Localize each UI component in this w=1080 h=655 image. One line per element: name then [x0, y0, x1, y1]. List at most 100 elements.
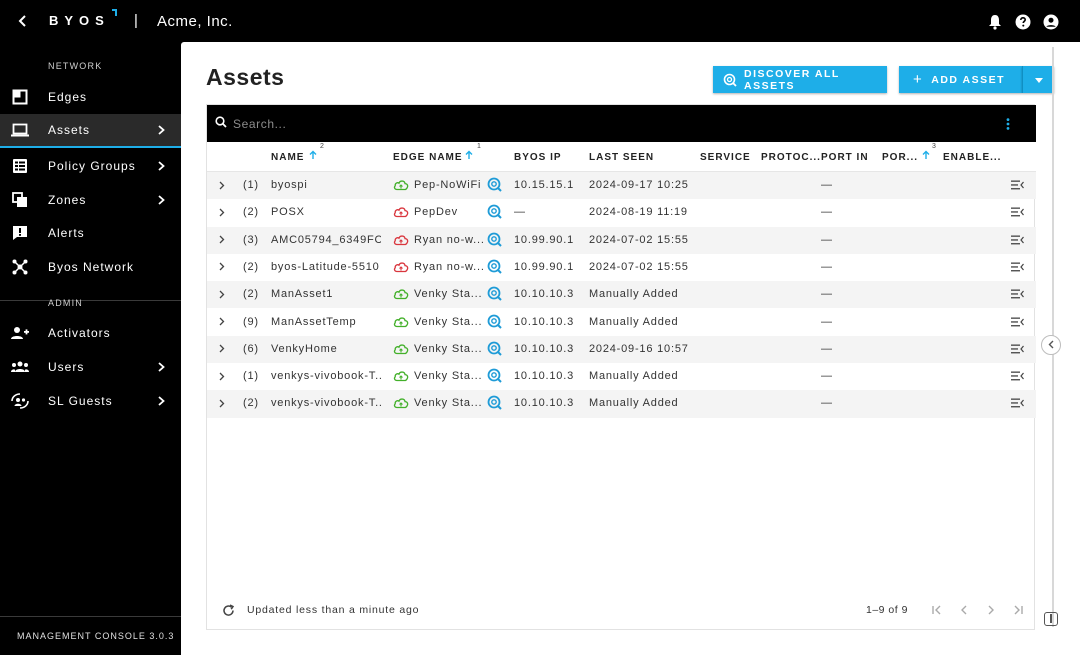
sort-ascending-icon[interactable]	[464, 150, 474, 162]
discover-icon[interactable]	[487, 286, 502, 301]
row-actions-icon[interactable]	[1011, 262, 1025, 274]
chevron-right-icon[interactable]	[219, 343, 227, 355]
last-page-icon[interactable]	[1011, 603, 1025, 617]
table-row[interactable]: (1) venkys-vivobook-T... Venky Sta... 10.10…	[207, 363, 1036, 390]
edge-name: Ryan no-w...	[414, 233, 484, 246]
previous-page-icon[interactable]	[957, 603, 971, 617]
table-row[interactable]: (2) venkys-vivobook-T... Venky Sta... 10.10…	[207, 390, 1036, 418]
edge-name: PepDev	[414, 206, 458, 219]
next-page-icon[interactable]	[984, 603, 998, 617]
sort-ascending-icon[interactable]	[308, 150, 318, 162]
column-header-service[interactable]: SERVICE	[700, 152, 751, 163]
chevron-right-icon[interactable]	[219, 288, 227, 300]
discover-icon[interactable]	[487, 395, 502, 411]
add-asset-button[interactable]: + ADD ASSET	[899, 66, 1022, 93]
row-actions-icon[interactable]	[1011, 289, 1025, 301]
sidebar-item-label: Byos Network	[48, 260, 135, 274]
column-header-port[interactable]: POR...	[882, 152, 918, 163]
column-header-byos-ip[interactable]: BYOS IP	[514, 152, 562, 163]
column-header-edge-name[interactable]: EDGE NAME	[393, 152, 463, 163]
chevron-right-icon[interactable]	[219, 179, 227, 191]
sidebar-item-label: SL Guests	[48, 394, 113, 408]
discover-icon	[723, 73, 737, 87]
brand-logo[interactable]: BYOS	[49, 13, 110, 28]
last-seen: Manually Added	[589, 397, 679, 410]
row-actions-icon[interactable]	[1011, 371, 1025, 383]
table-row[interactable]: (2) POSX PepDev — 2024-08-19 11:19 —	[207, 199, 1036, 226]
column-header-enabled[interactable]: ENABLE...	[943, 152, 1001, 163]
search-input[interactable]	[233, 114, 973, 134]
asset-name: venkys-vivobook-T...	[271, 397, 381, 410]
row-actions-icon[interactable]	[1011, 317, 1025, 329]
chevron-right-icon[interactable]	[219, 261, 227, 273]
sidebar-item-byos-network[interactable]: Byos Network	[0, 250, 181, 284]
row-actions-icon[interactable]	[1011, 344, 1025, 356]
pagination-range: 1–9 of 9	[866, 604, 908, 616]
sidebar: NETWORK Edges Assets Policy Groups Zones…	[0, 42, 181, 655]
discover-icon[interactable]	[487, 341, 502, 356]
sort-order-badge: 3	[932, 143, 936, 150]
port-in: —	[821, 397, 833, 410]
chevron-right-icon[interactable]	[219, 316, 227, 328]
sidebar-divider	[0, 616, 181, 617]
row-actions-icon[interactable]	[1011, 398, 1025, 410]
table-row[interactable]: (1) byospi Pep-NoWiFi 10.15.15.1 2024-09-17 …	[207, 172, 1036, 200]
cloud-status-icon	[393, 315, 409, 329]
asset-name: VenkyHome	[271, 342, 338, 355]
help-icon[interactable]	[1014, 13, 1032, 31]
organization-name: Acme, Inc.	[157, 13, 233, 30]
sidebar-item-edges[interactable]: Edges	[0, 80, 181, 114]
chevron-right-icon[interactable]	[219, 234, 227, 246]
asset-count: (1)	[243, 179, 259, 191]
account-icon[interactable]	[1042, 13, 1060, 31]
discover-icon[interactable]	[487, 368, 502, 383]
sidebar-item-zones[interactable]: Zones	[0, 183, 181, 217]
first-page-icon[interactable]	[930, 603, 944, 617]
refresh-icon[interactable]	[222, 604, 236, 618]
sidebar-item-alerts[interactable]: Alerts	[0, 216, 181, 250]
asset-count: (3)	[243, 233, 259, 246]
sidebar-item-label: Alerts	[48, 226, 85, 240]
network-icon	[11, 258, 29, 276]
chevron-right-icon[interactable]	[219, 206, 227, 218]
discover-icon[interactable]	[487, 177, 502, 192]
discover-all-assets-button[interactable]: DISCOVER ALL ASSETS	[713, 66, 887, 93]
column-header-protocol[interactable]: PROTOC...	[761, 152, 821, 163]
column-header-port-in[interactable]: PORT IN	[821, 152, 869, 163]
table-row[interactable]: (2) byos-Latitude-5510 Ryan no-w... 10.99.9…	[207, 254, 1036, 281]
row-actions-icon[interactable]	[1011, 207, 1025, 219]
row-actions-icon[interactable]	[1011, 235, 1025, 247]
chevron-right-icon[interactable]	[219, 370, 227, 382]
discover-icon[interactable]	[487, 314, 502, 329]
sidebar-item-policy-groups[interactable]: Policy Groups	[0, 149, 181, 183]
table-row[interactable]: (2) ManAsset1 Venky Sta... 10.10.10.3 Manual…	[207, 281, 1036, 309]
table-row[interactable]: (6) VenkyHome Venky Sta... 10.10.10.3 2024-0…	[207, 335, 1036, 364]
sidebar-item-activators[interactable]: Activators	[0, 316, 181, 350]
sort-ascending-icon[interactable]	[921, 150, 931, 162]
discover-icon[interactable]	[487, 232, 502, 247]
sidebar-item-users[interactable]: Users	[0, 350, 181, 384]
collapse-panel-button[interactable]	[1041, 335, 1061, 355]
updated-status-text: Updated less than a minute ago	[247, 604, 420, 616]
column-header-name[interactable]: NAME	[271, 152, 304, 163]
discover-icon[interactable]	[487, 204, 502, 220]
table-row[interactable]: (3) AMC05794_6349FC Ryan no-w... 10.99.90.1…	[207, 226, 1036, 254]
port-in: —	[821, 342, 833, 355]
discover-icon[interactable]	[487, 259, 502, 274]
bell-icon[interactable]	[986, 13, 1004, 31]
chevron-right-icon[interactable]	[219, 397, 227, 409]
panel-toggle-icon[interactable]	[1044, 612, 1058, 626]
row-actions-icon[interactable]	[1011, 180, 1025, 192]
add-asset-dropdown-button[interactable]	[1022, 66, 1054, 93]
sidebar-item-label: Zones	[48, 193, 87, 207]
sidebar-item-sl-guests[interactable]: SL Guests	[0, 384, 181, 418]
main-panel: Assets DISCOVER ALL ASSETS + ADD ASSET S…	[181, 42, 1080, 655]
port-in: —	[821, 370, 833, 383]
back-arrow-icon[interactable]	[14, 12, 32, 30]
asset-count: (9)	[243, 315, 259, 328]
sidebar-item-assets[interactable]: Assets	[0, 114, 181, 148]
column-header-last-seen[interactable]: LAST SEEN	[589, 152, 654, 163]
table-row[interactable]: (9) ManAssetTemp Venky Sta... 10.10.10.3 Man…	[207, 309, 1036, 336]
port-in: —	[821, 288, 833, 301]
more-options-icon[interactable]	[1001, 116, 1015, 132]
